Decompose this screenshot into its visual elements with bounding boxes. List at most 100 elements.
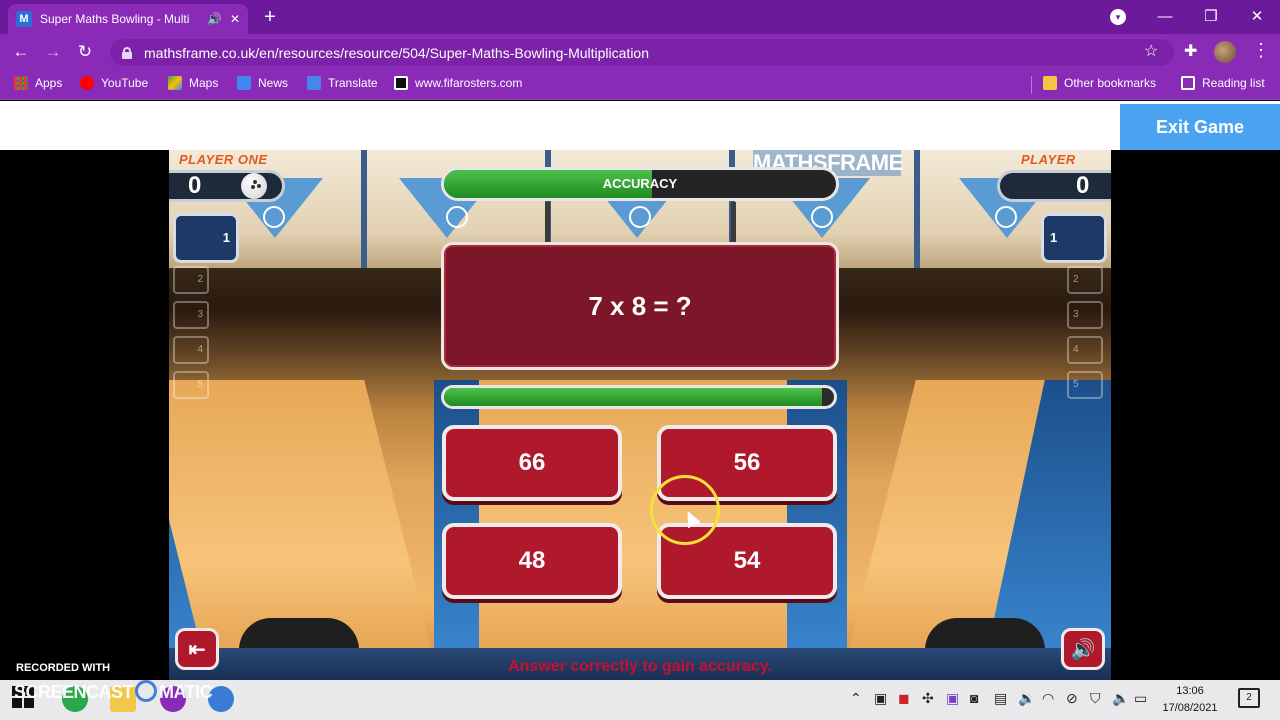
tray-app-icon[interactable]: ▣: [946, 690, 959, 707]
tray-app-icon[interactable]: ◼: [898, 690, 910, 707]
player-one-frame-box: 1: [173, 213, 239, 263]
frame-ghost: 3: [1067, 301, 1103, 329]
close-tab-icon[interactable]: ✕: [230, 12, 240, 26]
maps-icon: [168, 76, 182, 90]
close-window-button[interactable]: ✕: [1234, 6, 1280, 28]
player-one-score-panel: 0: [169, 170, 285, 202]
reload-icon[interactable]: ↻: [72, 40, 98, 64]
frame-ghost: 4: [173, 336, 209, 364]
ball-return-left: [239, 618, 359, 650]
frame-ghost: 2: [1067, 266, 1103, 294]
frame-ghost-number: 4: [1073, 344, 1079, 355]
answer-label: 56: [733, 449, 761, 476]
tab-title: Super Maths Bowling - Multi: [40, 12, 190, 26]
address-bar[interactable]: mathsframe.co.uk/en/resources/resource/5…: [110, 39, 1174, 66]
frame-ghost-number: 3: [1073, 309, 1079, 320]
frame-ghost-number: 2: [1073, 274, 1079, 285]
youtube-icon: [80, 76, 94, 90]
fifarosters-icon: [394, 76, 408, 90]
answer-button-1[interactable]: 66: [442, 425, 622, 501]
timer-bar: [441, 385, 837, 409]
browser-tab[interactable]: M Super Maths Bowling - Multi 🔊 ✕: [8, 4, 248, 34]
new-tab-button[interactable]: +: [258, 6, 282, 30]
frame-ghost: 2: [173, 266, 209, 294]
restore-button[interactable]: ❐: [1188, 6, 1234, 28]
bookmarks-divider: [1031, 76, 1032, 94]
player-two-score: 0: [1076, 172, 1090, 199]
frame-ghost-number: 4: [197, 344, 203, 355]
sign-post: [545, 202, 550, 242]
frame-ghost-number: 2: [197, 274, 203, 285]
ball-return-right: [925, 618, 1045, 650]
bookmark-maps[interactable]: Maps: [168, 76, 218, 90]
brand-suffix: MATIC: [159, 682, 213, 702]
mathsframe-favicon: M: [16, 11, 32, 27]
minimize-button[interactable]: —: [1142, 6, 1188, 28]
system-clock[interactable]: 13:06 17/08/2021: [1156, 683, 1224, 717]
question-card: 7 x 8 = ?: [441, 242, 839, 370]
lane-marker-circle: [629, 206, 651, 228]
question-text: 7 x 8 = ?: [588, 290, 692, 321]
player-one-frame-number: 1: [222, 230, 230, 245]
page-header: [0, 101, 1280, 150]
tray-app-icon[interactable]: ✣: [922, 690, 934, 707]
battery-icon[interactable]: ▭: [1134, 690, 1147, 707]
bowling-ball-icon: [241, 173, 268, 199]
reading-list[interactable]: Reading list: [1181, 76, 1265, 90]
notifications-icon[interactable]: 2: [1238, 688, 1260, 708]
bookmark-label: YouTube: [101, 76, 149, 90]
answer-label: 66: [518, 449, 546, 476]
tray-app-icon[interactable]: ▣: [874, 690, 887, 707]
answer-button-3[interactable]: 48: [442, 523, 622, 599]
extensions-icon[interactable]: ✚: [1184, 41, 1197, 61]
security-icon[interactable]: ⛉: [1090, 690, 1101, 707]
speaker-tray-icon[interactable]: 🔈: [1112, 690, 1129, 707]
exit-game-button[interactable]: Exit Game: [1120, 104, 1280, 150]
answer-label: 54: [733, 547, 761, 574]
frame-ghost-number: 5: [197, 379, 203, 390]
forward-icon[interactable]: →: [40, 40, 66, 64]
lock-icon: [122, 46, 132, 59]
reading-list-label: Reading list: [1202, 76, 1265, 90]
tab-search-icon[interactable]: ▾: [1110, 9, 1126, 25]
audio-playing-icon[interactable]: 🔊: [207, 12, 222, 26]
wall-pillar: [361, 150, 367, 268]
hint-text: Answer correctly to gain accuracy.: [508, 658, 772, 675]
recorded-with-label: RECORDED WITH: [16, 662, 111, 674]
frame-ghost: 4: [1067, 336, 1103, 364]
wifi-icon[interactable]: ◠: [1042, 690, 1054, 707]
lane-marker-circle: [995, 206, 1017, 228]
bookmark-apps[interactable]: Apps: [14, 76, 62, 90]
url-text: mathsframe.co.uk/en/resources/resource/5…: [144, 44, 649, 61]
clock-time: 13:06: [1176, 685, 1204, 697]
network-icon[interactable]: ⊘: [1066, 690, 1078, 707]
translate-icon: [307, 76, 321, 90]
bookmark-news[interactable]: News: [237, 76, 288, 90]
back-icon[interactable]: ←: [8, 40, 34, 64]
player-two-frame-number: 1: [1050, 230, 1058, 245]
apps-grid-icon: [14, 76, 28, 90]
volume-tray-icon[interactable]: 🔉: [1018, 690, 1035, 707]
profile-avatar[interactable]: [1214, 41, 1236, 63]
show-hidden-icons[interactable]: ⌃: [850, 690, 862, 707]
accuracy-bar: ACCURACY: [441, 167, 839, 201]
bookmark-youtube[interactable]: YouTube: [80, 76, 148, 90]
reading-list-icon: [1181, 76, 1195, 90]
game-canvas[interactable]: MATHSFRAME PLAYER ONE 0 1 2 3 4 5 PLAYER…: [169, 150, 1111, 680]
bookmark-label: Translate: [328, 76, 378, 90]
chrome-menu-icon[interactable]: ⋮: [1252, 40, 1270, 61]
frame-ghost-number: 5: [1073, 379, 1079, 390]
other-bookmarks[interactable]: Other bookmarks: [1043, 76, 1156, 90]
bookmark-star-icon[interactable]: ☆: [1144, 41, 1164, 63]
frame-ghost: 3: [173, 301, 209, 329]
player-one-score: 0: [188, 172, 202, 199]
tray-app-icon[interactable]: ◙: [970, 690, 978, 706]
tray-app-icon[interactable]: ▤: [994, 690, 1007, 707]
bookmark-fifarosters[interactable]: www.fifarosters.com: [394, 76, 522, 90]
bookmark-label: Maps: [189, 76, 219, 90]
news-icon: [237, 76, 251, 90]
lane-marker-circle: [263, 206, 285, 228]
bookmark-label: Apps: [35, 76, 63, 90]
brand-text: SCREENCAST: [14, 682, 134, 702]
bookmark-translate[interactable]: Translate: [307, 76, 378, 90]
